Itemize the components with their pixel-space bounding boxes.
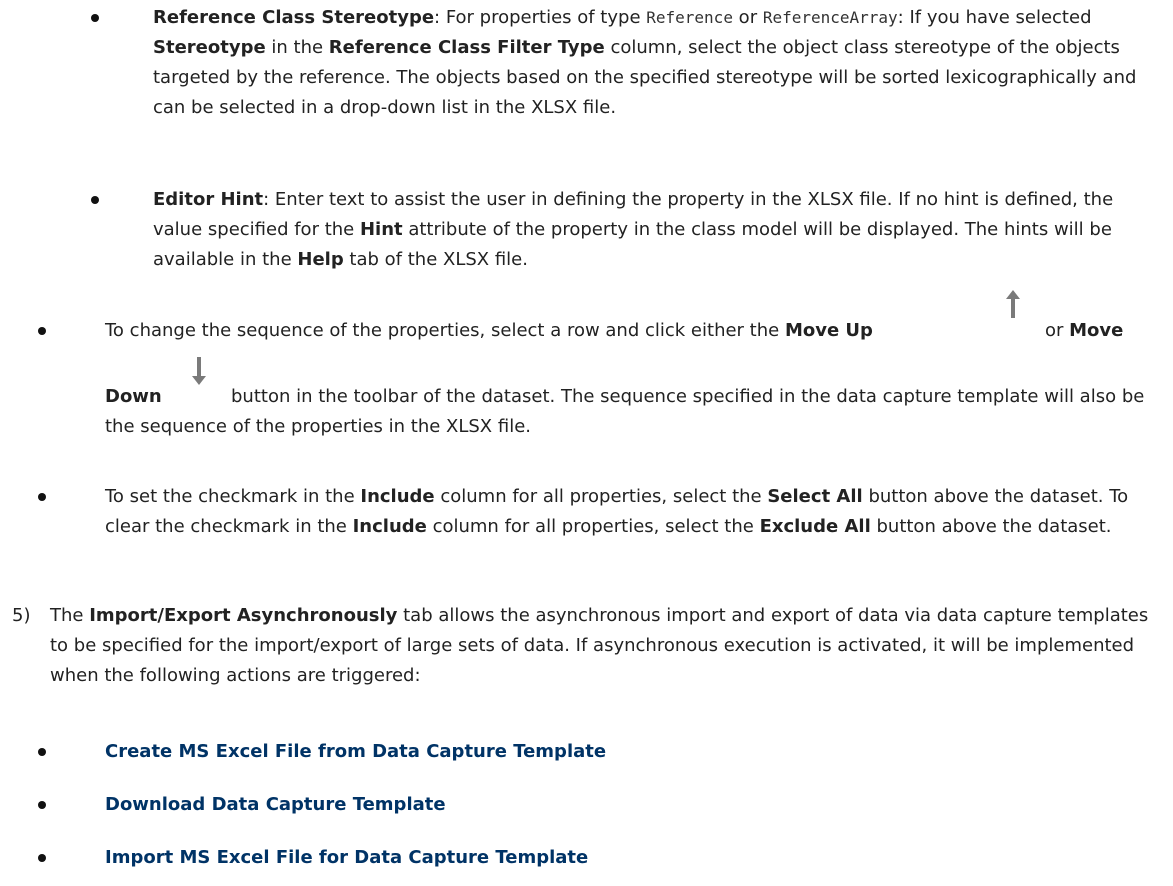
- sequence-bullet-line1: To change the sequence of the properties…: [105, 320, 873, 341]
- bullet-dot: [91, 14, 99, 22]
- bullet-dot: [38, 748, 46, 756]
- step5-paragraph: The Import/Export Asynchronously tab all…: [50, 605, 1149, 686]
- bullet-dot: [91, 196, 99, 204]
- document-page: Reference Class Stereotype: For properti…: [0, 0, 1173, 886]
- step-number: 5): [12, 605, 31, 626]
- bullet-dot: [38, 801, 46, 809]
- action-download-data-capture-template: Download Data Capture Template: [105, 794, 446, 815]
- sequence-bullet-rest: button in the toolbar of the dataset. Th…: [105, 386, 1145, 437]
- code-reference-array: ReferenceArray: [762, 8, 898, 27]
- bullet-dot: [38, 493, 46, 501]
- sequence-bullet-or-move: or Move: [1045, 320, 1124, 341]
- term-editor-hint: Editor Hint: [153, 189, 264, 210]
- code-reference: Reference: [646, 8, 733, 27]
- bullet-dot: [38, 327, 46, 335]
- term-reference-class-stereotype: Reference Class Stereotype: [153, 7, 435, 28]
- include-bullet: To set the checkmark in the Include colu…: [105, 486, 1129, 537]
- action-create-ms-excel-file: Create MS Excel File from Data Capture T…: [105, 741, 607, 762]
- sub-bullet-reference-class-stereotype: Reference Class Stereotype: For properti…: [153, 7, 1137, 118]
- arrow-up-icon: [1006, 290, 1020, 318]
- action-import-ms-excel-file: Import MS Excel File for Data Capture Te…: [105, 847, 589, 868]
- bullet-dot: [38, 854, 46, 862]
- sub-bullet-editor-hint: Editor Hint: Enter text to assist the us…: [153, 189, 1114, 270]
